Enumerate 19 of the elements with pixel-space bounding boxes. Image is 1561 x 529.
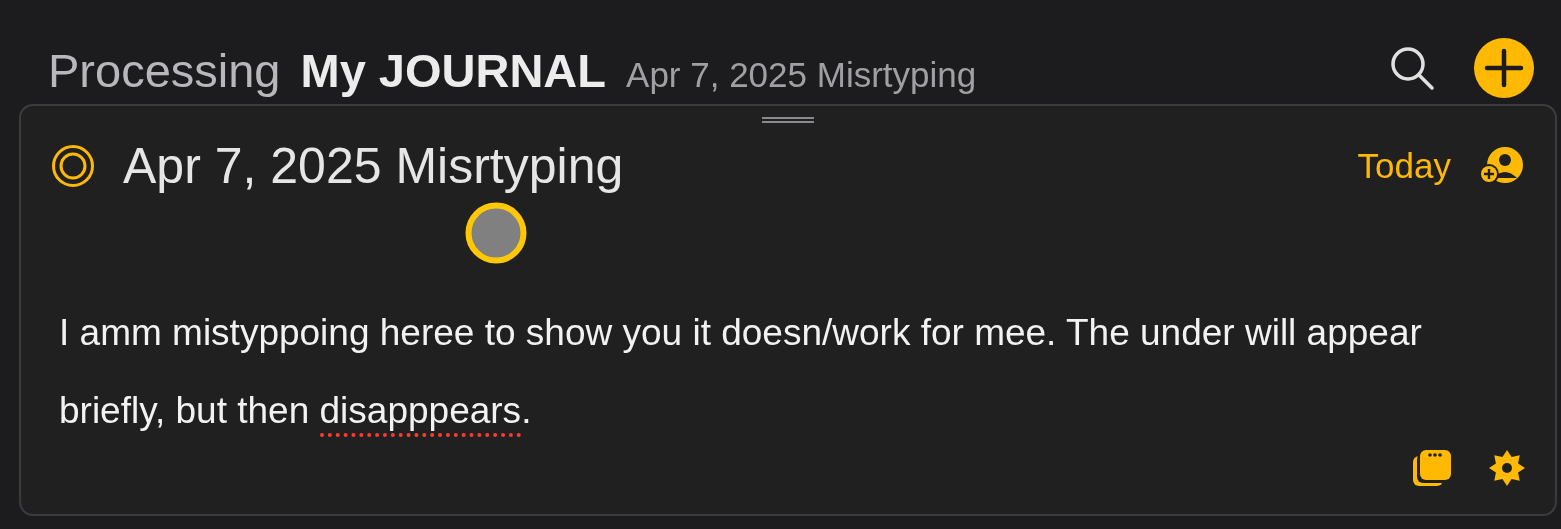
app-title: Processing — [48, 42, 281, 98]
drag-handle[interactable] — [762, 117, 814, 123]
settings-icon — [1489, 450, 1525, 486]
add-person-button[interactable] — [1479, 147, 1525, 185]
add-person-icon — [1479, 147, 1525, 185]
search-icon — [1388, 44, 1436, 92]
entry-title[interactable]: Apr 7, 2025 Misrtyping — [123, 137, 1358, 195]
add-button[interactable] — [1474, 38, 1534, 98]
settings-button[interactable] — [1489, 450, 1525, 486]
stacked-cards-icon — [1413, 450, 1451, 486]
target-icon — [51, 144, 95, 188]
entry-body-text[interactable]: I amm mistyppoing heree to show you it doesn/work for mee. The under will appear briefly, but then disapppears. — [59, 294, 1429, 450]
plus-icon — [1474, 38, 1534, 98]
date-label[interactable]: Today — [1357, 146, 1451, 186]
touch-indicator-icon — [465, 202, 527, 264]
journal-name[interactable]: My JOURNAL — [300, 42, 607, 98]
gallery-button[interactable] — [1413, 450, 1451, 486]
search-button[interactable] — [1388, 44, 1436, 92]
entry-subtitle: Apr 7, 2025 Misrtyping — [626, 54, 977, 95]
